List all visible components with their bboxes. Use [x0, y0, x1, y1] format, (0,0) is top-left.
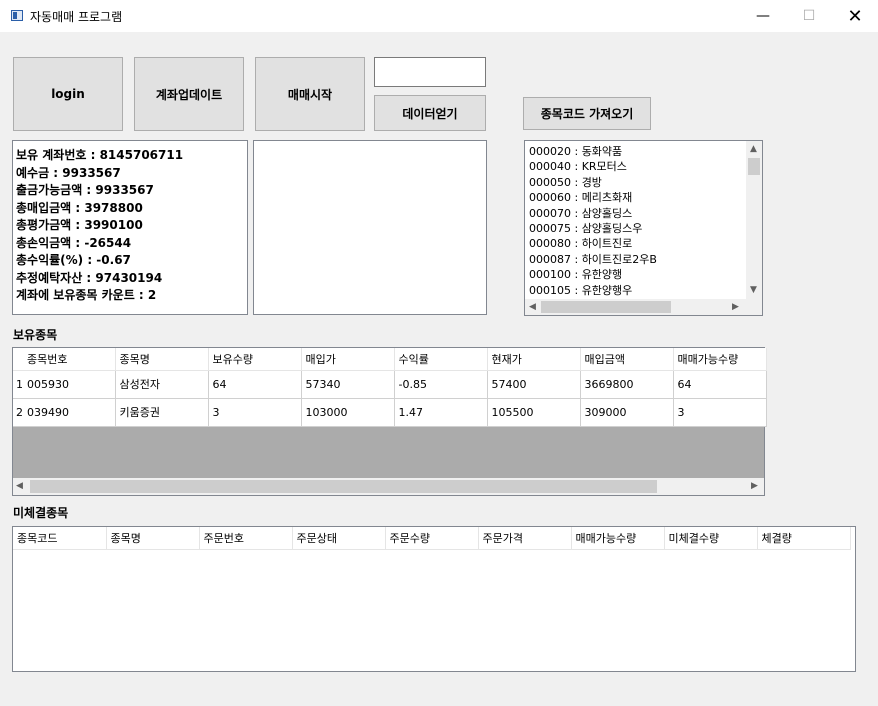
list-item[interactable]: 000100 : 유한양행 [529, 267, 657, 282]
table-cell[interactable]: 삼성전자 [115, 370, 209, 399]
column-header[interactable]: 주문번호 [199, 527, 293, 550]
maximize-button[interactable]: ☐ [786, 0, 832, 32]
table-cell[interactable]: 3 [673, 398, 767, 427]
table-cell[interactable]: 57340 [301, 370, 395, 399]
scroll-left-arrow-icon[interactable]: ◀ [16, 481, 23, 491]
account-info-line: 총수익률(%) : -0.67 [16, 253, 131, 267]
scroll-up-arrow-icon[interactable]: ▲ [750, 144, 757, 154]
column-header[interactable]: 미체결수량 [664, 527, 758, 550]
table-cell[interactable]: 1.47 [394, 398, 488, 427]
list-item[interactable]: 000020 : 동화약품 [529, 144, 657, 159]
table-cell[interactable]: 57400 [487, 370, 581, 399]
minimize-button[interactable]: — [740, 0, 786, 32]
holdings-table[interactable]: 종목번호 종목명 보유수량 매입가 수익률 현재가 매입금액 매매가능수량 1 005930 삼성… [12, 347, 767, 496]
account-info-line: 출금가능금액 : 9933567 [16, 183, 154, 197]
account-info-line: 총매입금액 : 3978800 [16, 200, 143, 215]
unfilled-label: 미체결종목 [13, 506, 69, 520]
column-header[interactable]: 종목명 [115, 348, 209, 371]
log-panel[interactable] [253, 140, 487, 315]
app-icon [11, 10, 23, 21]
list-item[interactable]: 000087 : 하이트진로2우B [529, 252, 657, 267]
get-data-button[interactable]: 데이터얻기 [374, 95, 486, 131]
account-info-panel: 보유 계좌번호 : 8145706711 예수금 : 9933567 출금가능금액 … [12, 140, 248, 315]
login-button[interactable]: login [13, 57, 123, 131]
table-cell[interactable]: 309000 [580, 398, 674, 427]
table-cell[interactable]: 005930 [23, 370, 116, 399]
unfilled-table[interactable]: 종목코드 종목명 주문번호 주문상태 주문수량 주문가격 매매가능수량 미체결수량 체결량 [12, 526, 856, 672]
column-header[interactable]: 수익률 [394, 348, 488, 371]
column-header[interactable]: 보유수량 [208, 348, 302, 371]
table-cell[interactable]: 039490 [23, 398, 116, 427]
title-bar: 자동매매 프로그램 — ☐ ✕ [0, 0, 878, 32]
column-header[interactable]: 주문가격 [478, 527, 572, 550]
stock-code-vscrollbar[interactable]: ▲ ▼ [746, 141, 762, 299]
get-stock-codes-button[interactable]: 종목코드 가져오기 [523, 97, 651, 130]
stock-code-list: 000020 : 동화약품 000040 : KR모터스 000050 : 경방 00… [529, 144, 657, 298]
account-info-line: 총손익금액 : -26544 [16, 235, 132, 250]
scroll-thumb[interactable] [541, 301, 671, 313]
list-item[interactable]: 000070 : 삼양홀딩스 [529, 206, 657, 221]
column-header[interactable]: 종목코드 [13, 527, 107, 550]
account-update-button[interactable]: 계좌업데이트 [134, 57, 244, 131]
column-header[interactable]: 종목번호 [23, 348, 116, 371]
column-header[interactable]: 체결량 [757, 527, 851, 550]
start-trading-button[interactable]: 매매시작 [255, 57, 365, 131]
row-header[interactable]: 2 [13, 398, 23, 427]
scroll-thumb[interactable] [748, 158, 760, 175]
table-cell[interactable]: 64 [673, 370, 767, 399]
column-header[interactable]: 주문상태 [292, 527, 386, 550]
holdings-header-row: 종목번호 종목명 보유수량 매입가 수익률 현재가 매입금액 매매가능수량 [13, 348, 767, 371]
stock-code-listbox[interactable]: 000020 : 동화약품 000040 : KR모터스 000050 : 경방 00… [524, 140, 763, 316]
table-cell[interactable]: 64 [208, 370, 302, 399]
table-row[interactable]: 1 005930 삼성전자 64 57340 -0.85 57400 3669800 64 [13, 370, 767, 399]
column-header[interactable]: 주문수량 [385, 527, 479, 550]
table-cell[interactable]: 105500 [487, 398, 581, 427]
scroll-corner [746, 299, 762, 315]
column-header[interactable]: 매매가능수량 [571, 527, 665, 550]
column-header[interactable]: 현재가 [487, 348, 581, 371]
holdings-hscrollbar[interactable]: ◀ ▶ [13, 478, 764, 495]
unfilled-header-row: 종목코드 종목명 주문번호 주문상태 주문수량 주문가격 매매가능수량 미체결수량 체결량 [13, 527, 851, 550]
scroll-down-arrow-icon[interactable]: ▼ [750, 285, 757, 295]
row-header-corner [13, 348, 23, 371]
table-cell[interactable]: 키움증권 [115, 398, 209, 427]
list-item[interactable]: 000060 : 메리츠화재 [529, 190, 657, 205]
stock-code-hscrollbar[interactable]: ◀ ▶ [525, 299, 746, 315]
account-info-line: 예수금 : 9933567 [16, 165, 121, 180]
account-info-list: 보유 계좌번호 : 8145706711 예수금 : 9933567 출금가능금액 … [16, 147, 247, 305]
table-cell[interactable]: 3 [208, 398, 302, 427]
list-item[interactable]: 000105 : 유한양행우 [529, 283, 657, 298]
table-row[interactable]: 2 039490 키움증권 3 103000 1.47 105500 309000 3 [13, 398, 767, 427]
list-item[interactable]: 000040 : KR모터스 [529, 159, 657, 174]
column-header[interactable]: 매입금액 [580, 348, 674, 371]
row-header[interactable]: 1 [13, 370, 23, 399]
column-header[interactable]: 매매가능수량 [673, 348, 767, 371]
data-input[interactable] [374, 57, 486, 87]
list-item[interactable]: 000080 : 하이트진로 [529, 236, 657, 251]
scroll-right-arrow-icon[interactable]: ▶ [732, 302, 739, 312]
list-item[interactable]: 000075 : 삼양홀딩스우 [529, 221, 657, 236]
column-header[interactable]: 종목명 [106, 527, 200, 550]
scroll-left-arrow-icon[interactable]: ◀ [529, 302, 536, 312]
holdings-label: 보유종목 [13, 328, 58, 342]
column-header[interactable]: 매입가 [301, 348, 395, 371]
holdings-grid: 종목번호 종목명 보유수량 매입가 수익률 현재가 매입금액 매매가능수량 1 005930 삼성… [13, 348, 767, 427]
scroll-thumb[interactable] [30, 480, 657, 493]
account-info-line: 계좌에 보유종목 카운트 : 2 [16, 288, 157, 302]
table-cell[interactable]: 3669800 [580, 370, 674, 399]
window-title: 자동매매 프로그램 [30, 10, 123, 24]
account-info-line: 보유 계좌번호 : 8145706711 [16, 148, 184, 162]
table-cell[interactable]: 103000 [301, 398, 395, 427]
scroll-right-arrow-icon[interactable]: ▶ [751, 481, 758, 491]
close-button[interactable]: ✕ [832, 0, 878, 32]
list-item[interactable]: 000050 : 경방 [529, 175, 657, 190]
account-info-line: 추정예탁자산 : 97430194 [16, 270, 163, 285]
account-info-line: 총평가금액 : 3990100 [16, 218, 143, 232]
unfilled-grid: 종목코드 종목명 주문번호 주문상태 주문수량 주문가격 매매가능수량 미체결수량 체결량 [13, 527, 851, 550]
table-cell[interactable]: -0.85 [394, 370, 488, 399]
